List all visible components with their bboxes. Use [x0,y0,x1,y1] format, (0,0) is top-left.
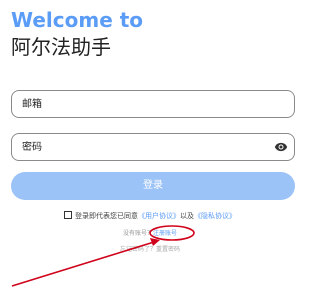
welcome-title: Welcome to [11,8,144,32]
password-field[interactable] [11,133,295,161]
email-field[interactable] [11,90,295,118]
app-name: 阿尔法助手 [11,35,111,59]
forgot-prompt: 忘记密码了？ [119,246,156,253]
agreement-and: 以及 [180,212,194,220]
login-button[interactable]: 登录 [11,172,295,200]
forgot-password-row: 忘记密码了？重置密码 [0,245,300,255]
reset-password-link[interactable]: 重置密码 [156,246,180,253]
user-agreement-link[interactable]: 《用户协议》 [138,212,180,220]
eye-icon[interactable] [274,140,288,154]
agreement-row: 登录即代表您已同意《用户协议》以及《隐私协议》 [0,210,300,222]
password-input[interactable] [22,134,262,160]
agreement-checkbox[interactable] [64,211,72,219]
register-link[interactable]: 注册账号 [153,230,177,237]
privacy-policy-link[interactable]: 《隐私协议》 [194,212,236,220]
register-row: 没有账号？注册账号 [0,229,300,239]
email-input[interactable] [22,91,262,117]
agreement-prefix: 登录即代表您已同意 [75,212,138,220]
register-prompt: 没有账号？ [122,230,153,237]
